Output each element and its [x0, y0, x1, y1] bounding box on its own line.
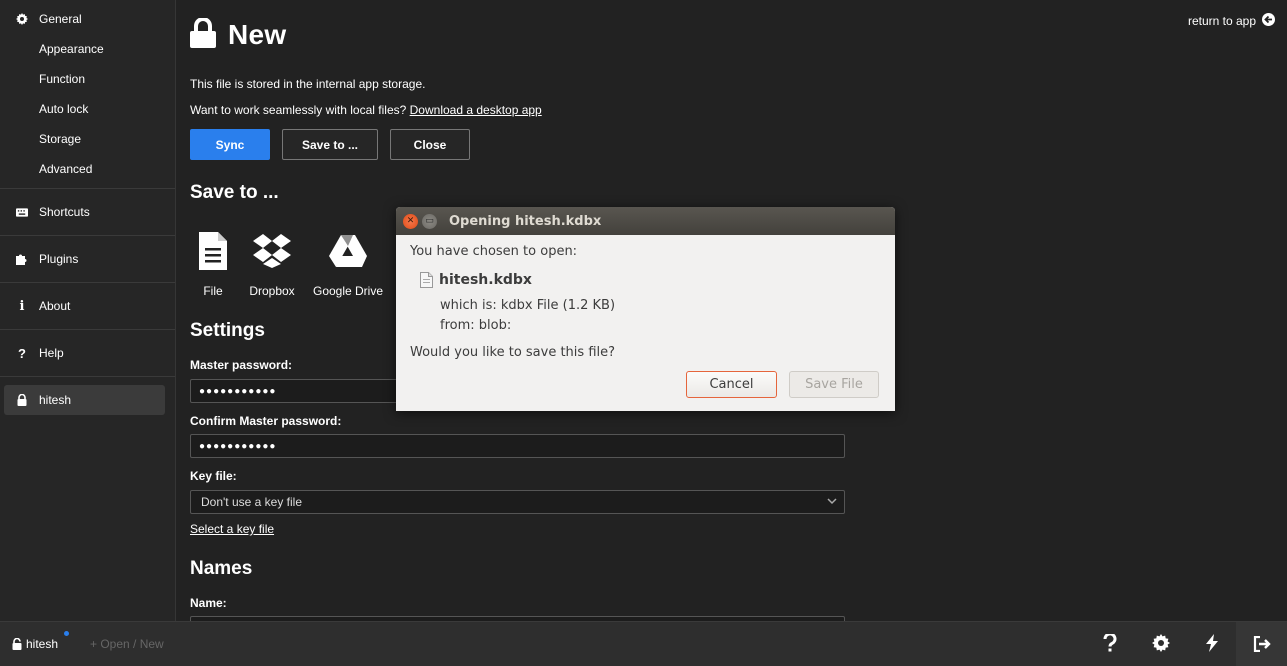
storage-label: Google Drive: [312, 284, 384, 298]
storage-file[interactable]: File: [190, 230, 236, 298]
shortcuts-section: Shortcuts: [0, 189, 175, 236]
master-password-label: Master password:: [190, 358, 293, 372]
lock-workspace-cell[interactable]: [1236, 622, 1287, 666]
dialog-titlebar: ✕ ▭ Opening hitesh.kdbx: [396, 207, 895, 235]
return-to-app-link[interactable]: return to app: [1188, 13, 1275, 29]
settings-gear-icon[interactable]: [1152, 634, 1170, 655]
about-section: i About: [0, 283, 175, 330]
sidebar-item-general[interactable]: General: [0, 4, 175, 34]
opening-file-dialog: ✕ ▭ Opening hitesh.kdbx You have chosen …: [396, 207, 895, 411]
dialog-cancel-button[interactable]: Cancel: [686, 371, 777, 398]
puzzle-icon: [16, 252, 28, 266]
storage-options: File Dropbox Google Drive: [190, 230, 398, 298]
sidebar-item-label: Plugins: [39, 252, 79, 266]
question-icon: ?: [18, 345, 26, 361]
open-new-button[interactable]: + Open / New: [90, 637, 164, 651]
name-label: Name:: [190, 596, 227, 610]
sidebar-item-file-hitesh[interactable]: hitesh: [4, 385, 165, 415]
footer-file-label: hitesh: [26, 637, 59, 651]
sidebar-item-plugins[interactable]: Plugins: [0, 244, 175, 274]
sync-button[interactable]: Sync: [190, 129, 270, 160]
dialog-question: Would you like to save this file?: [410, 345, 616, 360]
gear-icon: [16, 12, 28, 26]
settings-heading: Settings: [190, 320, 265, 341]
dialog-file-name: hitesh.kdbx: [439, 272, 532, 288]
sidebar-item-label: About: [39, 299, 71, 313]
sidebar-item-storage[interactable]: Storage: [0, 124, 175, 154]
lock-icon: [16, 393, 28, 407]
back-arrow-icon: [1262, 13, 1275, 29]
sidebar-item-help[interactable]: ? Help: [0, 338, 175, 368]
plugins-section: Plugins: [0, 236, 175, 283]
sidebar-item-label: General: [39, 12, 82, 26]
sidebar-item-about[interactable]: i About: [0, 291, 175, 321]
footer-bar: hitesh + Open / New: [0, 621, 1287, 666]
help-icon[interactable]: [1103, 632, 1117, 655]
storage-info-text: This file is stored in the internal app …: [190, 77, 426, 91]
confirm-password-field[interactable]: ●●●●●●●●●●●: [190, 434, 845, 458]
names-heading: Names: [190, 558, 253, 579]
file-actions: Sync Save to ... Close: [190, 129, 470, 160]
save-to-heading: Save to ...: [190, 182, 279, 203]
key-file-label: Key file:: [190, 469, 237, 483]
dialog-minimize-icon[interactable]: ▭: [422, 213, 437, 229]
unsaved-indicator: [64, 631, 69, 636]
document-icon: [420, 272, 433, 288]
dialog-chosen-text: You have chosen to open:: [410, 244, 578, 259]
dialog-file-source: from: blob:: [440, 318, 512, 333]
general-section: General Appearance Function Auto lock St…: [0, 0, 175, 189]
storage-label: File: [203, 284, 223, 298]
dialog-file-type: which is: kdbx File (1.2 KB): [440, 298, 616, 313]
dialog-save-file-button[interactable]: Save File: [789, 371, 879, 398]
chevron-down-icon: [826, 495, 838, 510]
close-button[interactable]: Close: [390, 129, 470, 160]
plus-icon: +: [90, 637, 101, 651]
save-to-button[interactable]: Save to ...: [282, 129, 378, 160]
open-new-label: Open / New: [100, 637, 164, 651]
storage-label: Dropbox: [249, 284, 295, 298]
footer-file-hitesh[interactable]: hitesh: [12, 637, 58, 651]
google-drive-icon: [329, 230, 367, 272]
sidebar-item-appearance[interactable]: Appearance: [0, 34, 175, 64]
return-label: return to app: [1187, 14, 1256, 28]
sidebar-item-function[interactable]: Function: [0, 64, 175, 94]
info-icon: i: [19, 298, 25, 314]
sign-out-icon: [1253, 635, 1271, 655]
files-section: hitesh: [0, 377, 175, 423]
desktop-app-info: Want to work seamlessly with local files…: [190, 103, 542, 117]
confirm-password-label: Confirm Master password:: [190, 414, 342, 428]
sidebar-item-label: Shortcuts: [39, 205, 90, 219]
sidebar-item-shortcuts[interactable]: Shortcuts: [0, 197, 175, 227]
page-header: New: [190, 17, 287, 51]
sidebar-item-label: Help: [39, 346, 64, 360]
keyboard-icon: [16, 205, 28, 219]
download-desktop-app-link[interactable]: Download a desktop app: [410, 103, 542, 117]
dialog-close-icon[interactable]: ✕: [403, 213, 418, 229]
page-title: New: [228, 18, 287, 50]
desktop-app-prompt: Want to work seamlessly with local files…: [190, 103, 407, 117]
sidebar-item-advanced[interactable]: Advanced: [0, 154, 175, 184]
storage-dropbox[interactable]: Dropbox: [246, 230, 298, 298]
generator-bolt-icon[interactable]: [1206, 634, 1218, 655]
settings-sidebar: General Appearance Function Auto lock St…: [0, 0, 176, 621]
help-section: ? Help: [0, 330, 175, 377]
sidebar-item-label: hitesh: [39, 393, 72, 407]
lock-icon: [190, 17, 216, 51]
key-file-selected: Don't use a key file: [201, 495, 303, 509]
file-icon: [199, 230, 227, 272]
lock-icon: [12, 638, 22, 650]
sidebar-item-auto-lock[interactable]: Auto lock: [0, 94, 175, 124]
dialog-file-row: hitesh.kdbx: [420, 272, 532, 288]
dialog-title: Opening hitesh.kdbx: [449, 213, 602, 229]
storage-google-drive[interactable]: Google Drive: [308, 230, 388, 298]
select-key-file-link[interactable]: Select a key file: [190, 522, 274, 536]
key-file-select[interactable]: Don't use a key file: [190, 490, 845, 514]
dropbox-icon: [253, 230, 291, 272]
